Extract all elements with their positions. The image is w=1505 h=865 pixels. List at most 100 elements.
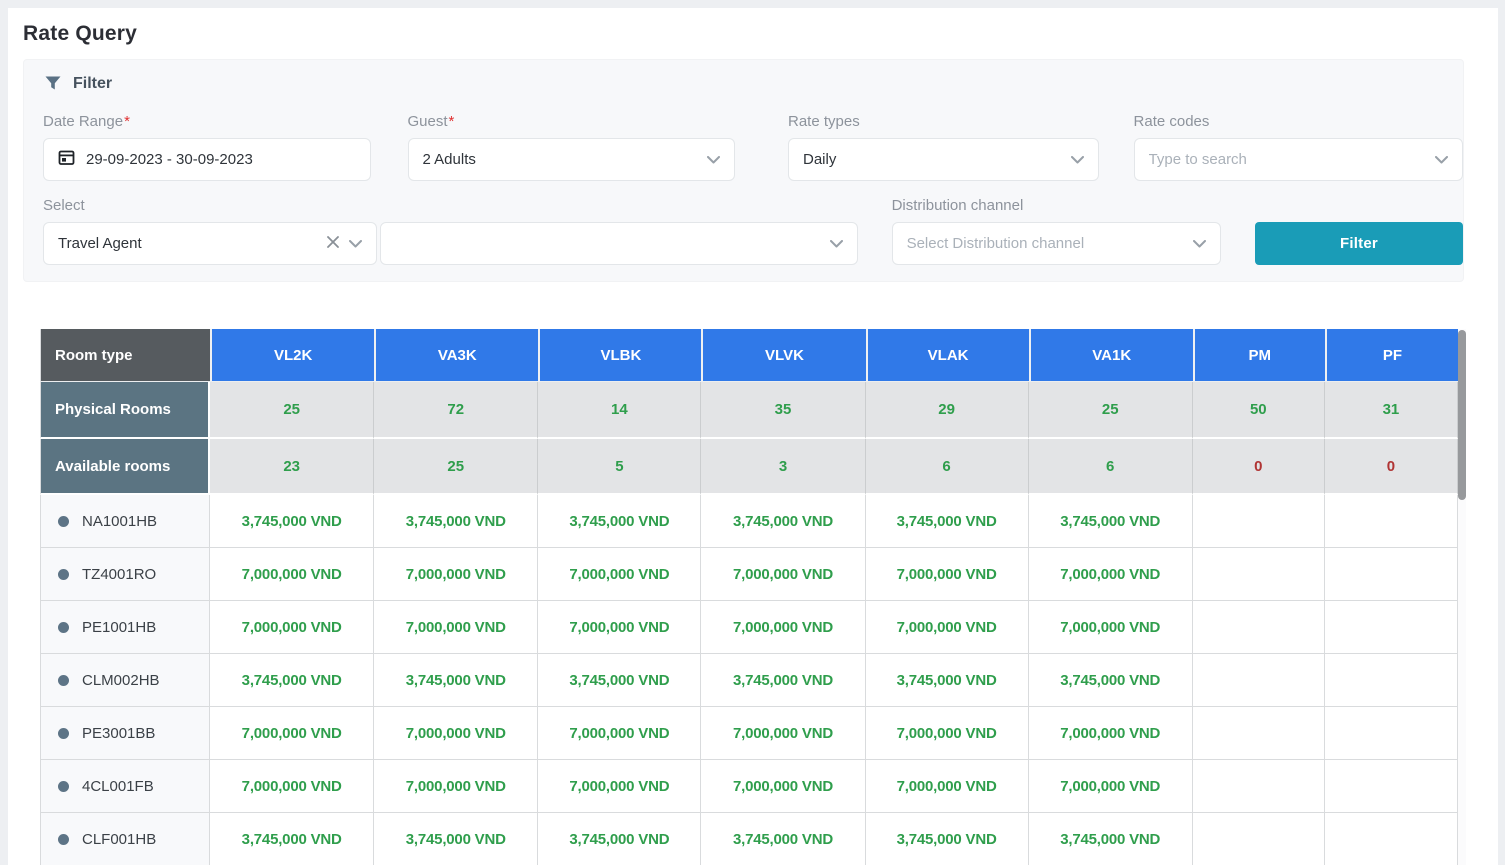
chevron-down-icon [1193,235,1206,252]
rate-value-cell [1193,548,1325,601]
rate-value-cell: 7,000,000 VND [210,707,374,760]
rate-value-cell: 3,745,000 VND [701,813,865,865]
rate-types-select[interactable]: Daily [788,138,1099,181]
rate-value-cell [1325,813,1458,865]
distribution-channel-input[interactable] [907,235,1183,252]
travel-agent-select[interactable]: Travel Agent [43,222,377,265]
column-header-va1k: VA1K [1029,329,1193,382]
row-bullet-icon [58,569,69,580]
rate-codes-label: Rate codes [1134,113,1463,130]
date-range-input[interactable]: 29-09-2023 - 30-09-2023 [43,138,371,181]
rate-code-cell[interactable]: PE1001HB [40,601,210,654]
physical-rooms-label: Physical Rooms [40,382,210,439]
physical-rooms-value: 25 [210,382,374,439]
chevron-down-icon [349,235,362,252]
chevron-down-icon [1435,151,1448,168]
rate-codes-search-input[interactable] [1149,151,1425,168]
available-rooms-value: 5 [538,439,701,495]
rate-value-cell [1193,760,1325,813]
filter-heading: Filter [73,75,112,93]
rate-value-cell: 7,000,000 VND [374,707,538,760]
rate-row: NA1001HB3,745,000 VND3,745,000 VND3,745,… [40,495,1458,548]
rate-code-label: CLM002HB [82,672,160,689]
rate-table-container: Room typeVL2KVA3KVLBKVLVKVLAKVA1KPMPF Ph… [40,329,1466,865]
row-bullet-icon [58,728,69,739]
rate-value-cell: 3,745,000 VND [701,654,865,707]
rate-value-cell: 7,000,000 VND [866,707,1029,760]
rate-row: PE1001HB7,000,000 VND7,000,000 VND7,000,… [40,601,1458,654]
physical-rooms-row: Physical Rooms2572143529255031 [40,382,1458,439]
guest-value: 2 Adults [423,151,698,168]
rate-codes-combobox[interactable] [1134,138,1463,181]
rate-code-cell[interactable]: NA1001HB [40,495,210,548]
table-scrollbar-thumb[interactable] [1458,330,1466,500]
column-header-vlak: VLAK [866,329,1029,382]
secondary-select[interactable] [380,222,857,265]
column-header-vlbk: VLBK [538,329,701,382]
available-rooms-value: 0 [1193,439,1325,495]
rate-value-cell: 7,000,000 VND [1029,707,1193,760]
chevron-down-icon [830,235,843,252]
available-rooms-value: 6 [1029,439,1193,495]
row-bullet-icon [58,516,69,527]
rate-row: TZ4001RO7,000,000 VND7,000,000 VND7,000,… [40,548,1458,601]
available-rooms-value: 23 [210,439,374,495]
rate-code-cell[interactable]: PE3001BB [40,707,210,760]
rate-code-label: NA1001HB [82,513,157,530]
rate-code-cell[interactable]: 4CL001FB [40,760,210,813]
rate-row: PE3001BB7,000,000 VND7,000,000 VND7,000,… [40,707,1458,760]
available-rooms-label: Available rooms [40,439,210,495]
rate-value-cell: 3,745,000 VND [866,813,1029,865]
physical-rooms-value: 50 [1193,382,1325,439]
rate-code-label: TZ4001RO [82,566,156,583]
rate-code-label: PE3001BB [82,725,155,742]
filter-funnel-icon [45,76,61,92]
rate-value-cell: 7,000,000 VND [374,601,538,654]
available-rooms-value: 3 [701,439,865,495]
select-value: Travel Agent [58,235,317,252]
rate-types-value: Daily [803,151,1061,168]
filter-submit-button[interactable]: Filter [1255,222,1463,265]
rate-value-cell: 3,745,000 VND [866,654,1029,707]
rate-value-cell: 3,745,000 VND [374,495,538,548]
rate-code-cell[interactable]: TZ4001RO [40,548,210,601]
rate-value-cell: 3,745,000 VND [210,813,374,865]
rate-code-cell[interactable]: CLF001HB [40,813,210,865]
rate-value-cell: 7,000,000 VND [701,601,865,654]
rate-row: 4CL001FB7,000,000 VND7,000,000 VND7,000,… [40,760,1458,813]
rate-value-cell: 3,745,000 VND [374,813,538,865]
rate-value-cell: 7,000,000 VND [374,548,538,601]
chevron-down-icon [1071,151,1084,168]
rate-value-cell: 7,000,000 VND [538,707,701,760]
distribution-channel-select[interactable] [892,222,1221,265]
physical-rooms-value: 14 [538,382,701,439]
guest-select[interactable]: 2 Adults [408,138,736,181]
rate-value-cell: 3,745,000 VND [374,654,538,707]
row-bullet-icon [58,675,69,686]
clear-selection-icon[interactable] [327,235,339,252]
guest-label: Guest* [408,113,736,130]
rate-value-cell: 3,745,000 VND [538,495,701,548]
rate-row: CLF001HB3,745,000 VND3,745,000 VND3,745,… [40,813,1458,865]
rate-value-cell [1193,495,1325,548]
available-rooms-value: 0 [1325,439,1458,495]
rate-value-cell: 7,000,000 VND [866,601,1029,654]
rate-value-cell: 3,745,000 VND [210,495,374,548]
rate-value-cell: 7,000,000 VND [1029,601,1193,654]
rate-value-cell: 7,000,000 VND [1029,548,1193,601]
rate-value-cell: 3,745,000 VND [210,654,374,707]
page-content: Rate Query Filter Date Range* 29-09-2023… [8,8,1498,865]
rate-value-cell: 7,000,000 VND [701,760,865,813]
rate-value-cell: 7,000,000 VND [210,548,374,601]
required-asterisk: * [449,113,455,130]
table-body: Room typeVL2KVA3KVLBKVLVKVLAKVA1KPMPF Ph… [40,329,1458,865]
filter-panel-header: Filter [24,60,1463,93]
room-type-header: Room type [40,329,210,382]
table-scrollbar[interactable] [1458,329,1466,865]
distribution-channel-label: Distribution channel [892,197,1221,214]
rate-value-cell: 3,745,000 VND [538,813,701,865]
row-bullet-icon [58,622,69,633]
rate-value-cell: 7,000,000 VND [701,707,865,760]
filter-panel: Filter Date Range* 29-09-2023 - 30-09-20… [23,59,1464,282]
rate-code-cell[interactable]: CLM002HB [40,654,210,707]
